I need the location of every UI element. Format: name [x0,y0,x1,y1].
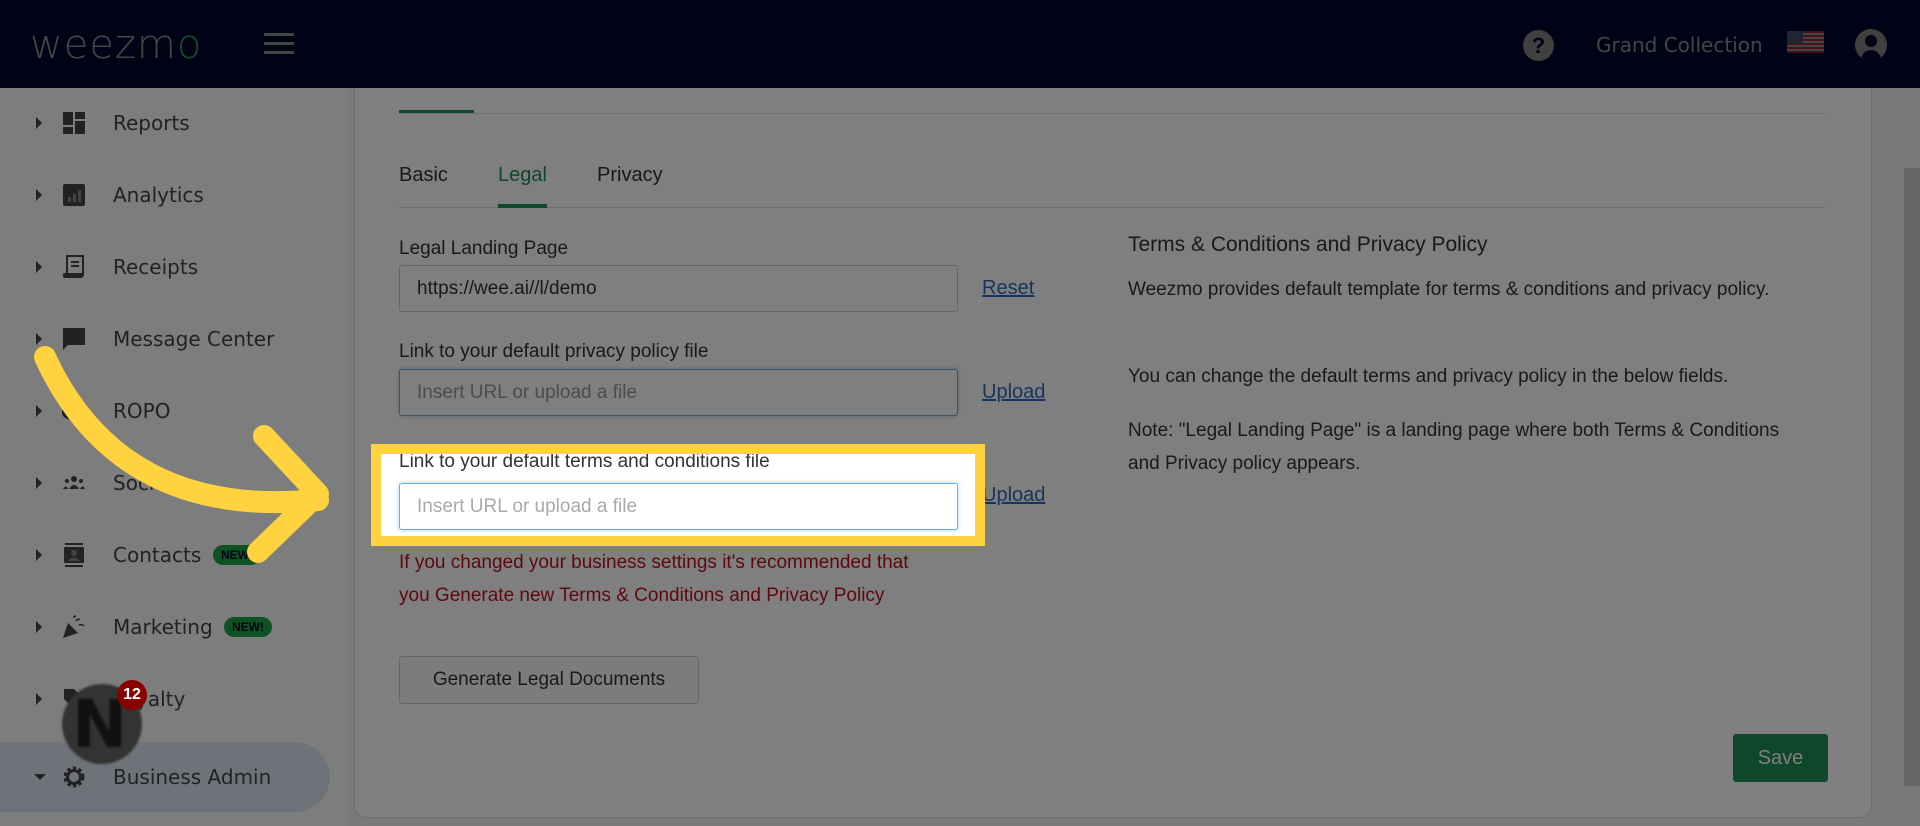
generate-legal-documents-button[interactable]: Generate Legal Documents [399,656,699,704]
caret-right-icon [36,549,42,561]
sidebar-item-label: Message Center [113,327,275,351]
help-icon[interactable]: ? [1523,30,1554,61]
landing-page-input[interactable] [399,265,958,312]
party-popper-icon [63,615,85,638]
info-paragraph: Weezmo provides default template for ter… [1128,279,1770,300]
sidebar-item-ropo[interactable]: ROPO [0,383,330,439]
caret-right-icon [36,693,42,705]
sidebar-item-label: Reports [113,111,190,135]
top-navigation-bar: weezmo ? Grand Collection [0,0,1920,88]
divider [399,113,1825,114]
privacy-file-input[interactable] [399,369,958,416]
user-account-icon[interactable] [1855,29,1887,61]
ropo-icon [62,402,86,420]
caret-right-icon [36,261,42,273]
new-badge: NEW! [213,545,261,565]
legal-tabs: Basic Legal Privacy [399,160,1825,208]
logo-accent: o [176,22,203,68]
sidebar-item-analytics[interactable]: Analytics [0,167,330,223]
caret-right-icon [36,117,42,129]
caret-right-icon [36,477,42,489]
scrollbar[interactable] [1904,168,1920,786]
tab-privacy[interactable]: Privacy [597,164,663,208]
notification-count-badge: 12 [117,680,147,710]
sidebar-item-label: Analytics [113,183,204,207]
receipt-icon [63,255,84,278]
sidebar-item-label: Receipts [113,255,199,279]
sidebar-item-label: Marketing [113,615,213,639]
sidebar-item-receipts[interactable]: Receipts [0,239,330,295]
terms-file-label: Link to your default terms and condition… [399,451,770,472]
highlight-box: Link to your default terms and condition… [371,444,985,546]
info-title: Terms & Conditions and Privacy Policy [1128,233,1488,256]
regenerate-warning: If you changed your business settings it… [399,552,909,606]
info-paragraph: You can change the default terms and pri… [1128,366,1729,387]
weezmo-logo[interactable]: weezmo [30,22,202,68]
tab-legal[interactable]: Legal [498,164,547,208]
reset-link[interactable]: Reset [982,277,1034,300]
privacy-upload-link[interactable]: Upload [982,381,1045,404]
terms-file-input[interactable] [399,483,958,530]
sidebar-item-social[interactable]: Social [0,455,330,511]
sidebar-item-label: Business Admin [113,765,272,789]
sidebar: Reports Analytics Receipts Message Cente… [0,88,350,826]
sidebar-item-business-admin[interactable]: Business Admin [0,742,330,812]
contact-card-icon [64,543,84,567]
caret-right-icon [36,621,42,633]
sidebar-item-message-center[interactable]: Message Center [0,311,330,367]
landing-page-label: Legal Landing Page [399,238,569,259]
sidebar-item-marketing[interactable]: Marketing NEW! [0,599,330,655]
caret-right-icon [36,405,42,417]
chat-icon [63,328,85,350]
tab-basic[interactable]: Basic [399,164,448,208]
new-badge: NEW! [224,617,272,637]
us-flag-icon[interactable] [1787,31,1824,53]
gear-icon [63,766,85,788]
people-icon [63,476,85,489]
sidebar-item-label: Contacts [113,543,202,567]
terms-upload-link[interactable]: Upload [982,484,1045,507]
caret-down-icon [34,774,46,780]
sidebar-item-label: ROPO [113,399,171,423]
info-paragraph: Note: "Legal Landing Page" is a landing … [1128,420,1780,474]
sidebar-item-contacts[interactable]: Contacts NEW! [0,527,330,583]
privacy-file-label: Link to your default privacy policy file [399,341,709,362]
account-name[interactable]: Grand Collection [1596,33,1763,57]
menu-icon[interactable] [264,33,294,55]
dashboard-icon [63,112,85,134]
save-button[interactable]: Save [1733,734,1828,782]
caret-right-icon [36,333,42,345]
caret-right-icon [36,189,42,201]
sidebar-item-label: Social [113,471,173,495]
logo-text: weezm [30,22,177,68]
sidebar-item-reports[interactable]: Reports [0,95,330,151]
bar-chart-icon [63,184,85,206]
sidebar-item-loyalty[interactable]: Loyalty [0,671,330,727]
